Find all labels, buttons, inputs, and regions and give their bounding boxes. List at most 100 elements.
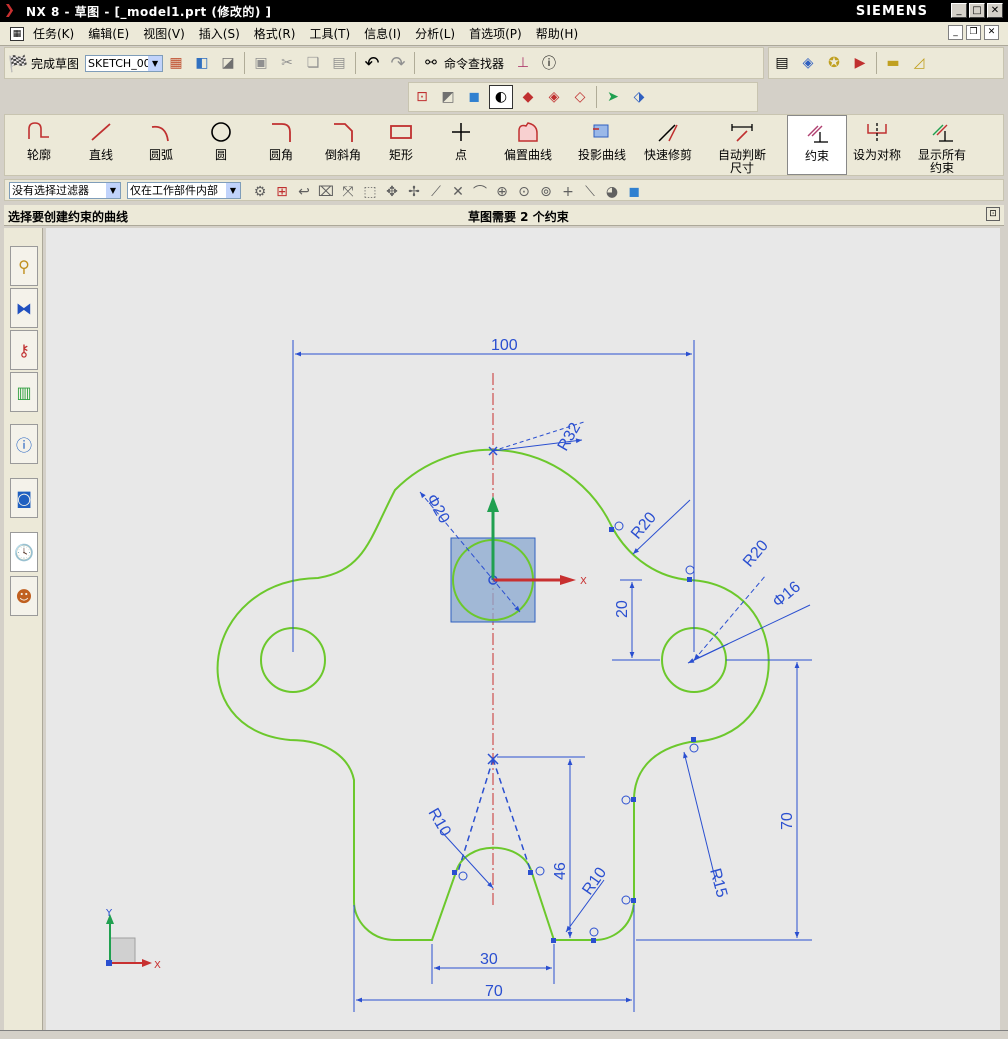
snap-point-icon[interactable]: + [559, 181, 577, 203]
scope-filter-select[interactable]: 仅在工作部件内部 ▼ [127, 182, 241, 199]
assembly-navigator-tab[interactable]: ⚲ [10, 246, 38, 286]
reattach-icon[interactable]: ▦ [165, 52, 187, 74]
web-browser-tab[interactable]: ◙ [10, 478, 38, 518]
layer-icon[interactable]: ▤ [771, 52, 793, 74]
offset-curve-button[interactable]: 偏置曲线 [493, 115, 563, 175]
arc-button[interactable]: 圆弧 [131, 115, 191, 175]
dim-46[interactable]: 46 [552, 862, 569, 880]
fillet-button[interactable]: 圆角 [251, 115, 311, 175]
roles-tab[interactable]: ☻ [10, 576, 38, 616]
wcs-icon[interactable]: ◈ [797, 52, 819, 74]
dim-r10-right[interactable]: R10 [579, 864, 610, 898]
box-select-icon[interactable]: ⬚ [361, 181, 379, 203]
fullscreen-icon[interactable]: ⊡ [986, 207, 1000, 221]
rectangle-button[interactable]: 矩形 [371, 115, 431, 175]
constraint-small-icon[interactable]: ⊥ [512, 52, 534, 74]
mdi-minimize-button[interactable]: _ [948, 25, 963, 40]
graphics-window[interactable]: X 100 R32 Φ20 R20 20 R20 Φ16 70 R15 R10 … [46, 228, 1000, 1030]
point-button[interactable]: 点 [431, 115, 491, 175]
analysis-icon[interactable]: ▶ [849, 52, 871, 74]
close-button[interactable]: ✕ [987, 3, 1003, 18]
minimize-button[interactable]: _ [951, 3, 967, 18]
dim-70-vertical[interactable]: 70 [779, 812, 796, 830]
snap-pole-icon[interactable]: ◕ [603, 181, 621, 203]
mdi-close-button[interactable]: ✕ [984, 25, 999, 40]
snap-tangent-icon[interactable]: ⌒ [471, 181, 489, 203]
snap-line-icon[interactable]: ⟍ [581, 181, 599, 203]
measure-icon[interactable]: ✪ [823, 52, 845, 74]
menu-edit[interactable]: 编辑(E) [81, 25, 136, 42]
hd3d-tools-tab[interactable]: ⓘ [10, 424, 38, 464]
select-arrow-icon[interactable]: ➤ [602, 86, 624, 108]
chamfer-button[interactable]: 倒斜角 [313, 115, 373, 175]
dim-20[interactable]: 20 [614, 600, 631, 618]
snap-arc-center-icon[interactable]: ⊕ [493, 181, 511, 203]
command-finder-button[interactable]: 命令查找器 [444, 55, 504, 72]
dim-r15[interactable]: R15 [706, 867, 730, 900]
select-all-icon[interactable]: ⊞ [273, 181, 291, 203]
wire-cube-icon[interactable]: ◇ [569, 86, 591, 108]
snap-body-icon[interactable]: ◼ [625, 181, 643, 203]
menu-view[interactable]: 视图(V) [136, 25, 192, 42]
section-cube-icon[interactable]: ◈ [543, 86, 565, 108]
sketch-name-select[interactable]: SKETCH_000 ▼ [85, 54, 164, 72]
update-model-icon[interactable]: ◪ [217, 52, 239, 74]
red-cube-icon[interactable]: ◆ [517, 86, 539, 108]
show-all-constraints-button[interactable]: 显示所有 约束 [907, 115, 977, 175]
angle-icon[interactable]: ◿ [908, 52, 930, 74]
snap-endpoint-icon[interactable]: ✥ [383, 181, 401, 203]
profile-button[interactable]: 轮廓 [9, 115, 69, 175]
copy-icon[interactable]: ❏ [302, 52, 324, 74]
maximize-button[interactable]: □ [969, 3, 985, 18]
snap-midpoint-icon[interactable]: ✢ [405, 181, 423, 203]
sketch-orient-icon[interactable]: ◧ [191, 52, 213, 74]
project-curve-button[interactable]: 投影曲线 [567, 115, 637, 175]
dim-100[interactable]: 100 [491, 337, 518, 354]
dim-30[interactable]: 30 [480, 951, 498, 968]
binoculars-icon[interactable]: ⚯ [420, 52, 442, 74]
constraint-button[interactable]: 约束 [787, 115, 847, 175]
part-navigator-tab[interactable]: ⚷ [10, 330, 38, 370]
finish-sketch-button[interactable]: 完成草图 [31, 55, 79, 72]
menu-info[interactable]: 信息(I) [357, 25, 408, 42]
reuse-library-tab[interactable]: ▥ [10, 372, 38, 412]
save-icon[interactable]: ▣ [250, 52, 272, 74]
menu-analysis[interactable]: 分析(L) [408, 25, 462, 42]
undo-icon[interactable]: ↶ [361, 52, 383, 74]
dim-r20-right[interactable]: R20 [740, 537, 772, 570]
snap-intersection-icon[interactable]: ✕ [449, 181, 467, 203]
document-icon[interactable]: ▦ [10, 26, 24, 41]
make-symmetric-button[interactable]: 设为对称 [847, 115, 907, 175]
menu-format[interactable]: 格式(R) [247, 25, 303, 42]
menu-preferences[interactable]: 首选项(P) [462, 25, 529, 42]
snap-on-curve-icon[interactable]: ⟋ [427, 181, 445, 203]
undo-selection-icon[interactable]: ↩ [295, 181, 313, 203]
paste-icon[interactable]: ▤ [328, 52, 350, 74]
menu-insert[interactable]: 插入(S) [192, 25, 247, 42]
dim-r20-upper[interactable]: R20 [628, 509, 660, 542]
move-icon[interactable]: ⤧ [339, 181, 357, 203]
redo-icon[interactable]: ↷ [387, 52, 409, 74]
sketch-canvas[interactable]: X 100 R32 Φ20 R20 20 R20 Φ16 70 R15 R10 … [46, 228, 1000, 1030]
quick-trim-button[interactable]: 快速修剪 [633, 115, 703, 175]
cut-icon[interactable]: ✂ [276, 52, 298, 74]
dim-phi16[interactable]: Φ16 [770, 578, 804, 611]
constraint-navigator-tab[interactable]: ⧓ [10, 288, 38, 328]
mdi-restore-button[interactable]: ❐ [966, 25, 981, 40]
line-button[interactable]: 直线 [71, 115, 131, 175]
dim-r10-left[interactable]: R10 [425, 806, 454, 840]
menu-help[interactable]: 帮助(H) [529, 25, 585, 42]
snap-quadrant-icon[interactable]: ⊚ [537, 181, 555, 203]
dim-70-horizontal[interactable]: 70 [485, 983, 503, 1000]
filter-icon[interactable]: ⚙ [251, 181, 269, 203]
circle-button[interactable]: 圆 [191, 115, 251, 175]
snap-circle-icon[interactable]: ⊙ [515, 181, 533, 203]
sketch-view-icon[interactable]: ◐ [489, 85, 513, 109]
deselect-icon[interactable]: ⌧ [317, 181, 335, 203]
dim-phi20[interactable]: Φ20 [423, 492, 453, 527]
menu-task[interactable]: 任务(K) [26, 25, 81, 42]
finish-flag-icon[interactable]: 🏁 [7, 52, 29, 74]
info-small-icon[interactable]: ⓘ [538, 52, 560, 74]
fit-view-icon[interactable]: ⊡ [411, 86, 433, 108]
ruler-icon[interactable]: ▬ [882, 52, 904, 74]
